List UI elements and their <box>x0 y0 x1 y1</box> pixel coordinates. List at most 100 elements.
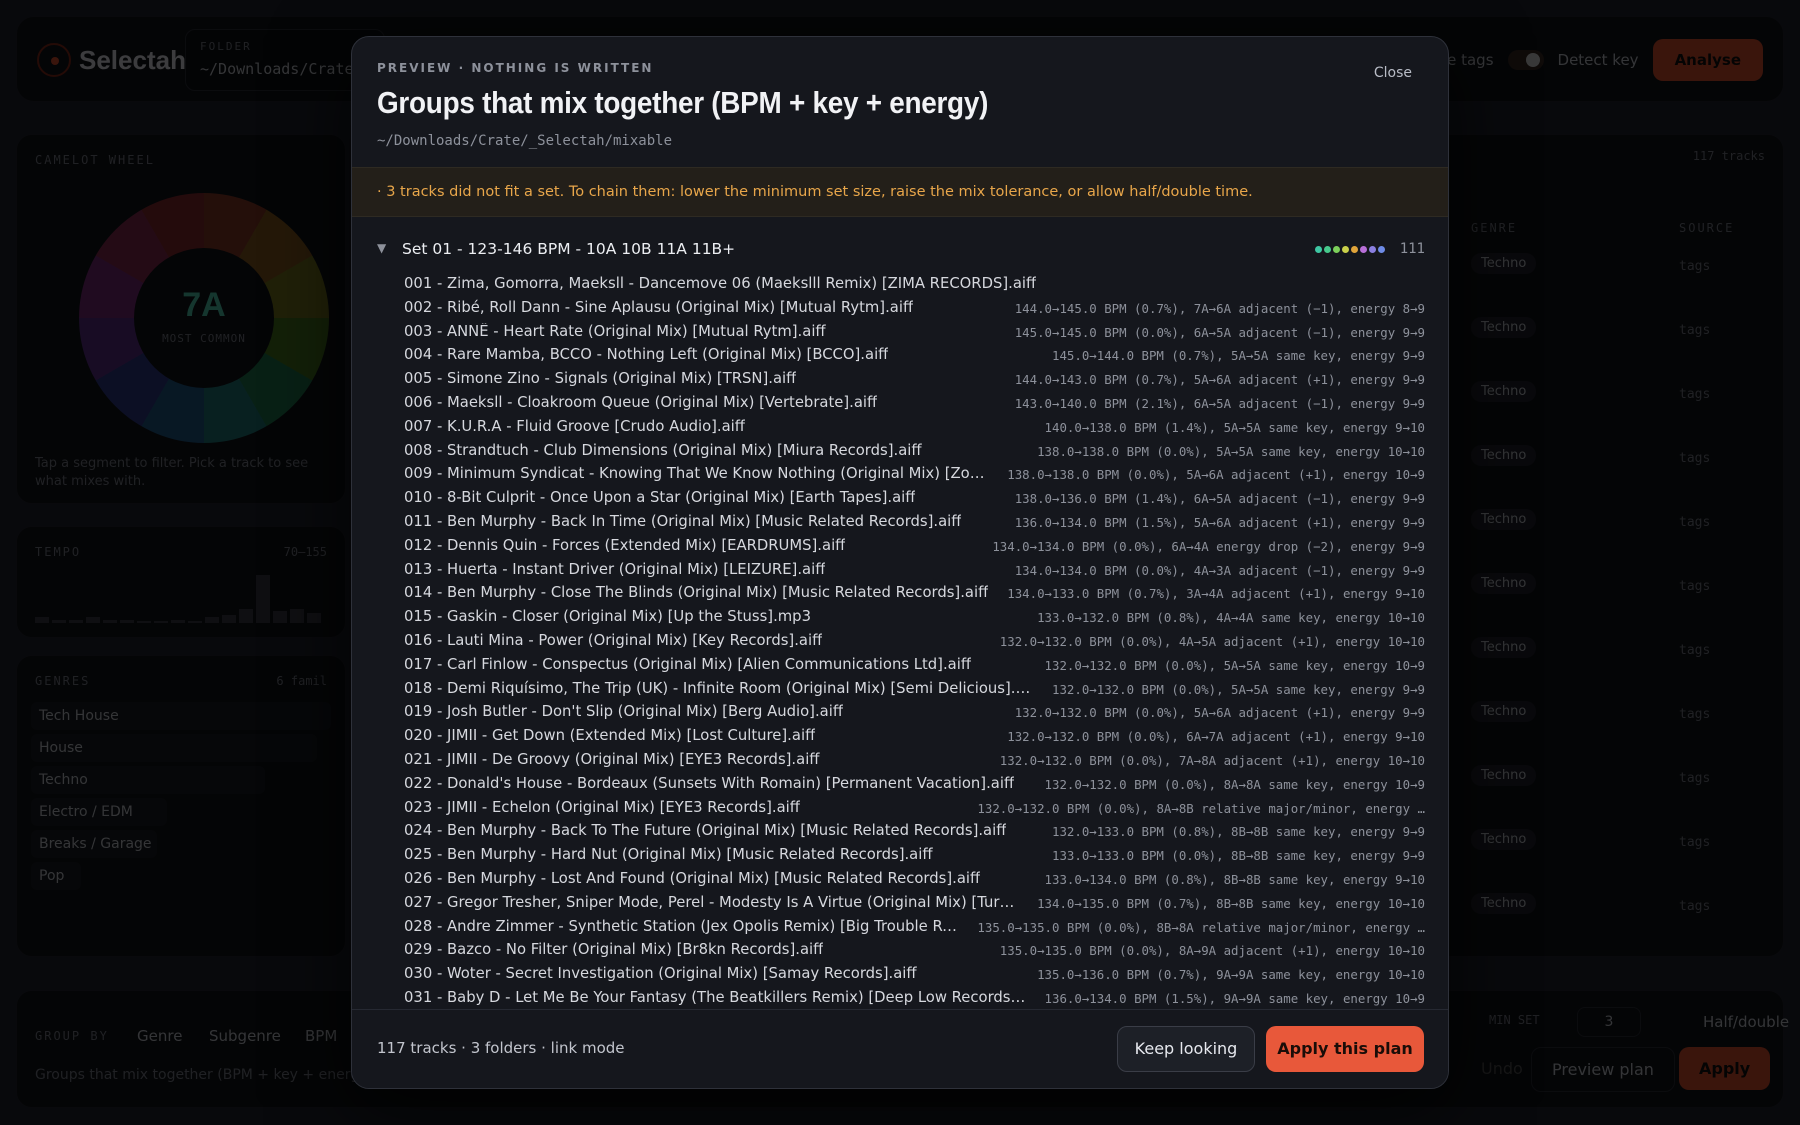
track-name: 017 - Carl Finlow - Conspectus (Original… <box>404 655 972 673</box>
transition-info: 138.0→138.0 BPM (0.0%), 5A→6A adjacent (… <box>1007 467 1425 483</box>
transition-info: 132.0→133.0 BPM (0.8%), 8B→8B same key, … <box>1052 824 1425 840</box>
transition-info: 132.0→132.0 BPM (0.0%), 8A→8A same key, … <box>1044 776 1425 792</box>
dialog-body[interactable]: ▼ Set 01 - 123-146 BPM - 10A 10B 11A 11B… <box>352 218 1448 1048</box>
track-row[interactable]: 027 - Gregor Tresher, Sniper Mode, Perel… <box>404 892 1425 916</box>
transition-info: 140.0→138.0 BPM (1.4%), 5A→5A same key, … <box>1044 419 1425 435</box>
transition-info: 134.0→135.0 BPM (0.7%), 8B→8B same key, … <box>1037 895 1425 911</box>
track-name: 015 - Gaskin - Closer (Original Mix) [Up… <box>404 608 811 626</box>
track-name: 001 - Zima, Gomorra, Maeksll - Dancemove… <box>404 275 1037 292</box>
key-dot <box>1315 246 1322 253</box>
track-row[interactable]: 029 - Bazco - No Filter (Original Mix) [… <box>404 939 1425 963</box>
track-name: 010 - 8-Bit Culprit - Once Upon a Star (… <box>404 489 916 507</box>
track-name: 028 - Andre Zimmer - Synthetic Station (… <box>404 917 961 935</box>
footer-summary: 117 tracks · 3 folders · link mode <box>377 1039 625 1057</box>
track-row[interactable]: 017 - Carl Finlow - Conspectus (Original… <box>404 654 1425 678</box>
track-row[interactable]: 024 - Ben Murphy - Back To The Future (O… <box>404 820 1425 844</box>
track-row[interactable]: 022 - Donald's House - Bordeaux (Sunsets… <box>404 773 1425 797</box>
track-row[interactable]: 026 - Ben Murphy - Lost And Found (Origi… <box>404 868 1425 892</box>
transition-info: 133.0→134.0 BPM (0.8%), 8B→8B same key, … <box>1044 871 1425 887</box>
apply-plan-button[interactable]: Apply this plan <box>1266 1026 1424 1072</box>
transition-info: 132.0→132.0 BPM (0.0%), 8A→8B relative m… <box>977 800 1425 816</box>
transition-info: 132.0→132.0 BPM (0.0%), 7A→8A adjacent (… <box>999 752 1425 768</box>
track-row[interactable]: 025 - Ben Murphy - Hard Nut (Original Mi… <box>404 844 1425 868</box>
track-row[interactable]: 006 - Maeksll - Cloakroom Queue (Origina… <box>404 392 1425 416</box>
transition-info: 135.0→136.0 BPM (0.7%), 9A→9A same key, … <box>1037 967 1425 983</box>
track-name: 025 - Ben Murphy - Hard Nut (Original Mi… <box>404 846 933 864</box>
track-name: 024 - Ben Murphy - Back To The Future (O… <box>404 822 1007 840</box>
transition-info: 132.0→132.0 BPM (0.0%), 5A→5A same key, … <box>1052 681 1425 697</box>
track-name: 020 - JIMII - Get Down (Extended Mix) [L… <box>404 727 816 745</box>
track-row[interactable]: 009 - Minimum Syndicat - Knowing That We… <box>404 463 1425 487</box>
track-row[interactable]: 013 - Huerta - Instant Driver (Original … <box>404 559 1425 583</box>
track-name: 004 - Rare Mamba, BCCO - Nothing Left (O… <box>404 346 889 364</box>
track-name: 007 - K.U.R.A - Fluid Groove [Crudo Audi… <box>404 417 745 435</box>
transition-info: 138.0→138.0 BPM (0.0%), 5A→5A same key, … <box>1037 443 1425 459</box>
transition-info: 134.0→134.0 BPM (0.0%), 4A→3A adjacent (… <box>1014 562 1425 578</box>
track-name: 030 - Woter - Secret Investigation (Orig… <box>404 965 917 983</box>
transition-info: 135.0→135.0 BPM (0.0%), 8B→8A relative m… <box>977 919 1425 935</box>
unmatched-warning: · 3 tracks did not fit a set. To chain t… <box>352 167 1448 217</box>
track-name: 012 - Dennis Quin - Forces (Extended Mix… <box>404 536 846 554</box>
track-list: 001 - Zima, Gomorra, Maeksll - Dancemove… <box>404 273 1425 1011</box>
track-name: 014 - Ben Murphy - Close The Blinds (Ori… <box>404 584 989 602</box>
warning-text: · 3 tracks did not fit a set. To chain t… <box>377 184 1253 200</box>
track-row[interactable]: 004 - Rare Mamba, BCCO - Nothing Left (O… <box>404 344 1425 368</box>
collapse-caret-icon[interactable]: ▼ <box>377 241 386 255</box>
transition-info: 134.0→133.0 BPM (0.7%), 3A→4A adjacent (… <box>1007 586 1425 602</box>
track-row[interactable]: 012 - Dennis Quin - Forces (Extended Mix… <box>404 535 1425 559</box>
track-row[interactable]: 019 - Josh Butler - Don't Slip (Original… <box>404 701 1425 725</box>
track-row[interactable]: 023 - JIMII - Echelon (Original Mix) [EY… <box>404 797 1425 821</box>
track-row[interactable]: 003 - ANNË - Heart Rate (Original Mix) [… <box>404 321 1425 345</box>
key-dot <box>1360 246 1367 253</box>
track-name: 016 - Lauti Mina - Power (Original Mix) … <box>404 631 823 649</box>
transition-info: 145.0→144.0 BPM (0.7%), 5A→5A same key, … <box>1052 348 1425 364</box>
track-row[interactable]: 011 - Ben Murphy - Back In Time (Origina… <box>404 511 1425 535</box>
key-dot <box>1369 246 1376 253</box>
track-row[interactable]: 016 - Lauti Mina - Power (Original Mix) … <box>404 630 1425 654</box>
key-dots <box>1315 246 1385 253</box>
transition-info: 133.0→133.0 BPM (0.0%), 8B→8B same key, … <box>1052 848 1425 864</box>
track-row[interactable]: 015 - Gaskin - Closer (Original Mix) [Up… <box>404 606 1425 630</box>
track-row[interactable]: 031 - Baby D - Let Me Be Your Fantasy (T… <box>404 987 1425 1011</box>
key-dot <box>1342 246 1349 253</box>
set-header[interactable]: ▼ Set 01 - 123-146 BPM - 10A 10B 11A 11B… <box>377 240 1425 262</box>
transition-info: 132.0→132.0 BPM (0.0%), 6A→7A adjacent (… <box>1007 729 1425 745</box>
track-row[interactable]: 005 - Simone Zino - Signals (Original Mi… <box>404 368 1425 392</box>
track-name: 013 - Huerta - Instant Driver (Original … <box>404 560 826 578</box>
track-row[interactable]: 008 - Strandtuch - Club Dimensions (Orig… <box>404 440 1425 464</box>
transition-info: 135.0→135.0 BPM (0.0%), 8A→9A adjacent (… <box>999 943 1425 959</box>
track-row[interactable]: 030 - Woter - Secret Investigation (Orig… <box>404 963 1425 987</box>
track-name: 018 - Demi Riquísimo, The Trip (UK) - In… <box>404 679 1036 697</box>
track-name: 003 - ANNË - Heart Rate (Original Mix) [… <box>404 322 826 340</box>
track-name: 006 - Maeksll - Cloakroom Queue (Origina… <box>404 393 878 411</box>
track-row[interactable]: 014 - Ben Murphy - Close The Blinds (Ori… <box>404 582 1425 606</box>
close-button[interactable]: Close <box>1374 65 1412 81</box>
dialog-eyebrow: PREVIEW · NOTHING IS WRITTEN <box>377 61 654 75</box>
track-row[interactable]: 018 - Demi Riquísimo, The Trip (UK) - In… <box>404 678 1425 702</box>
track-row[interactable]: 020 - JIMII - Get Down (Extended Mix) [L… <box>404 725 1425 749</box>
transition-info: 138.0→136.0 BPM (1.4%), 6A→5A adjacent (… <box>1014 491 1425 507</box>
track-row[interactable]: 010 - 8-Bit Culprit - Once Upon a Star (… <box>404 487 1425 511</box>
key-dot <box>1333 246 1340 253</box>
transition-info: 133.0→132.0 BPM (0.8%), 4A→4A same key, … <box>1037 610 1425 626</box>
dialog-path: ~/Downloads/Crate/_Selectah/mixable <box>377 133 673 149</box>
track-name: 027 - Gregor Tresher, Sniper Mode, Perel… <box>404 893 1021 911</box>
transition-info: 132.0→132.0 BPM (0.0%), 5A→6A adjacent (… <box>1014 705 1425 721</box>
transition-info: 134.0→134.0 BPM (0.0%), 6A→4A energy dro… <box>992 538 1425 554</box>
transition-info: 144.0→145.0 BPM (0.7%), 7A→6A adjacent (… <box>1014 300 1425 316</box>
track-name: 029 - Bazco - No Filter (Original Mix) [… <box>404 941 824 959</box>
track-row[interactable]: 028 - Andre Zimmer - Synthetic Station (… <box>404 916 1425 940</box>
track-row[interactable]: 001 - Zima, Gomorra, Maeksll - Dancemove… <box>404 273 1425 297</box>
keep-looking-button[interactable]: Keep looking <box>1117 1026 1255 1072</box>
transition-info: 145.0→145.0 BPM (0.0%), 6A→5A adjacent (… <box>1014 324 1425 340</box>
track-row[interactable]: 002 - Ribé, Roll Dann - Sine Aplausu (Or… <box>404 297 1425 321</box>
dialog-footer: 117 tracks · 3 folders · link mode Keep … <box>352 1009 1448 1088</box>
transition-info: 136.0→134.0 BPM (1.5%), 9A→9A same key, … <box>1044 990 1425 1006</box>
track-name: 023 - JIMII - Echelon (Original Mix) [EY… <box>404 798 800 816</box>
transition-info: 132.0→132.0 BPM (0.0%), 4A→5A adjacent (… <box>999 633 1425 649</box>
track-row[interactable]: 021 - JIMII - De Groovy (Original Mix) [… <box>404 749 1425 773</box>
set-title: Set 01 - 123-146 BPM - 10A 10B 11A 11B+ <box>402 240 736 258</box>
track-row[interactable]: 007 - K.U.R.A - Fluid Groove [Crudo Audi… <box>404 416 1425 440</box>
dialog-title: Groups that mix together (BPM + key + en… <box>377 85 989 120</box>
key-dot <box>1324 246 1331 253</box>
